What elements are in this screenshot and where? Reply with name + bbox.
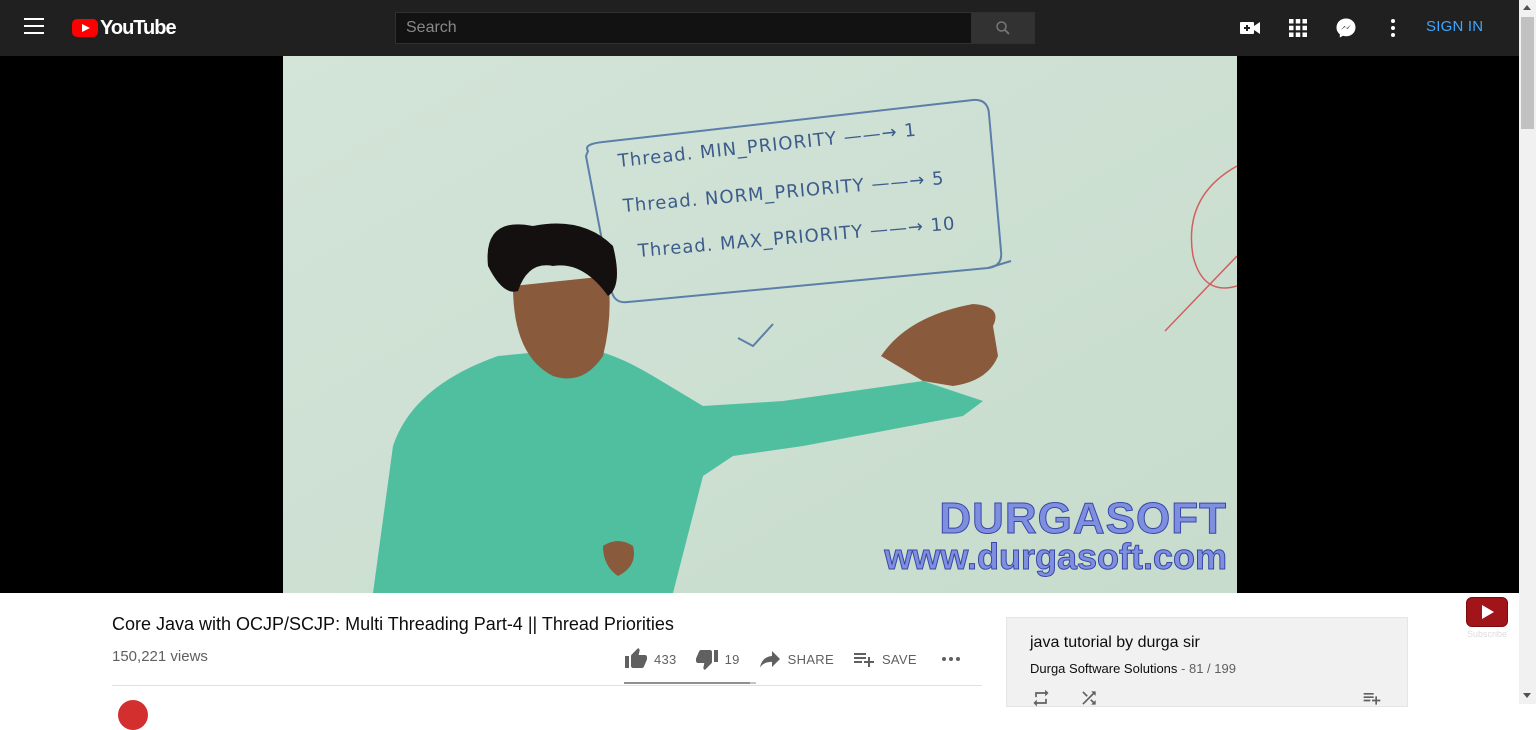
playlist-add-icon	[853, 653, 874, 667]
search-icon	[996, 21, 1010, 35]
more-actions-button[interactable]	[939, 647, 969, 671]
play-logo-icon	[72, 19, 98, 37]
search-input[interactable]	[395, 12, 971, 44]
channel-avatar[interactable]	[118, 700, 148, 730]
share-label: SHARE	[787, 651, 834, 667]
scroll-thumb[interactable]	[1521, 17, 1534, 129]
sign-in-button[interactable]: SIGN IN	[1426, 18, 1483, 35]
share-button[interactable]: SHARE	[758, 647, 834, 671]
playlist-title[interactable]: java tutorial by durga sir	[1030, 634, 1200, 652]
masthead: YouTube SIGN IN	[0, 0, 1519, 56]
page-scrollbar[interactable]	[1519, 0, 1536, 704]
video-camera-icon[interactable]	[1238, 16, 1262, 40]
thumbs-up-icon	[625, 648, 647, 668]
video-player: Thread. MIN_PRIORITY ——→ 1 Thread. NORM_…	[0, 56, 1519, 639]
loop-icon[interactable]	[1031, 688, 1051, 708]
sentiment-bar-dislike	[750, 682, 756, 684]
thumbs-down-icon	[695, 650, 718, 670]
playlist-panel: java tutorial by durga sir Durga Softwar…	[1006, 617, 1408, 707]
search-button[interactable]	[971, 12, 1035, 44]
subscribe-label: Subscribe	[1466, 629, 1508, 639]
sentiment-bar	[624, 682, 756, 684]
add-to-playlist-icon[interactable]	[1362, 688, 1382, 708]
watermark-url: www.durgasoft.com	[884, 536, 1228, 578]
dislike-count: 19	[724, 651, 740, 667]
logo-wordmark: YouTube	[100, 16, 177, 39]
search-bar	[395, 12, 1035, 44]
scroll-down-arrow-icon[interactable]	[1523, 693, 1531, 698]
save-button[interactable]: SAVE	[852, 647, 917, 671]
playlist-position: - 81 / 199	[1177, 661, 1236, 676]
youtube-logo[interactable]: YouTube	[72, 16, 177, 39]
subscribe-watermark-button[interactable]: Subscribe	[1466, 597, 1508, 639]
dislike-button[interactable]: 19	[695, 647, 740, 671]
messages-icon[interactable]	[1334, 16, 1358, 40]
scroll-up-arrow-icon[interactable]	[1523, 5, 1531, 10]
subscribe-play-icon	[1466, 597, 1508, 627]
view-count: 150,221 views	[112, 648, 208, 665]
video-frame[interactable]: Thread. MIN_PRIORITY ——→ 1 Thread. NORM_…	[283, 56, 1237, 593]
playlist-owner[interactable]: Durga Software Solutions	[1030, 661, 1177, 676]
more-vert-icon[interactable]	[1381, 16, 1405, 40]
playlist-meta: Durga Software Solutions - 81 / 199	[1030, 661, 1236, 676]
apps-grid-icon[interactable]	[1286, 16, 1310, 40]
save-label: SAVE	[881, 651, 917, 667]
more-horiz-icon	[941, 657, 960, 661]
video-title: Core Java with OCJP/SCJP: Multi Threadin…	[112, 614, 674, 634]
info-divider	[112, 685, 982, 686]
like-count: 433	[654, 651, 677, 667]
video-actions: 433 19 SHARE SAVE	[624, 645, 987, 673]
share-icon	[759, 651, 780, 668]
like-button[interactable]: 433	[624, 647, 677, 671]
menu-icon[interactable]	[24, 18, 46, 38]
shuffle-icon[interactable]	[1079, 688, 1099, 708]
